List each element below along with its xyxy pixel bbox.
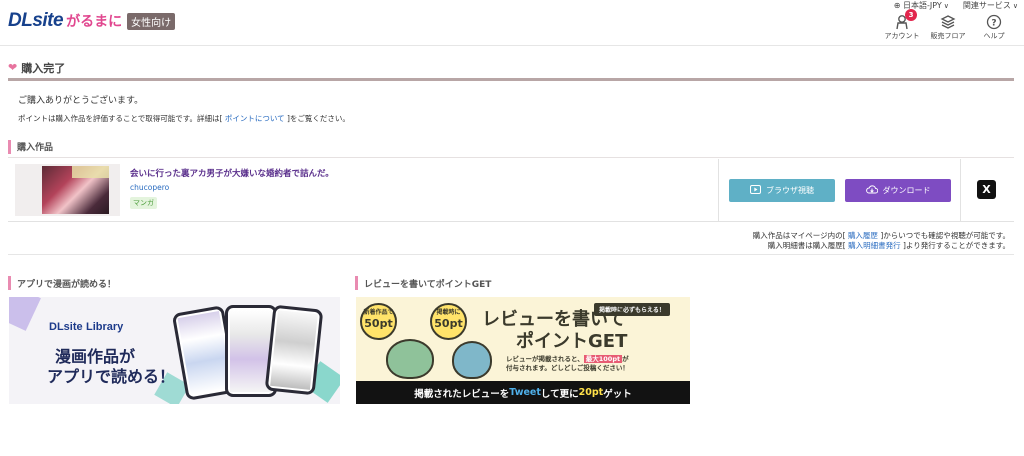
product-author[interactable]: chucopero bbox=[130, 183, 169, 192]
thanks-message: ご購入ありがとうございます。 bbox=[18, 96, 144, 106]
account-badge: 3 bbox=[905, 9, 917, 21]
stripe-post: ゲット bbox=[603, 388, 632, 400]
banner-line2: アプリで読める！ bbox=[47, 367, 176, 386]
chevron-down-icon: ∨ bbox=[943, 2, 949, 10]
section-bar bbox=[355, 276, 358, 290]
library-logo: DLsite Library bbox=[49, 319, 123, 333]
app-section-title: アプリで漫画が読める！ bbox=[8, 276, 116, 290]
help-icon: ? bbox=[976, 13, 1012, 31]
badge-publish-50pt: 掲載時に 50pt bbox=[430, 303, 467, 340]
logo-tag: 女性向け bbox=[127, 12, 176, 30]
penguin-illustration bbox=[452, 341, 492, 379]
review-desc-line2: 付与されます。どしどしご投稿ください！ bbox=[506, 363, 629, 372]
library-logo-suffix: Library bbox=[85, 321, 124, 333]
chevron-down-icon: ∨ bbox=[1012, 2, 1018, 10]
globe-icon: ⊕ bbox=[893, 1, 901, 10]
review-desc-post: が bbox=[622, 355, 629, 363]
point-info-link[interactable]: ポイントについて bbox=[225, 114, 285, 123]
divider bbox=[8, 254, 1014, 255]
help-label: ヘルプ bbox=[983, 32, 1005, 40]
language-selector[interactable]: ⊕ 日本語-JPY ∨ bbox=[894, 0, 949, 11]
play-icon bbox=[750, 185, 761, 196]
product-genre-tag: マンガ bbox=[130, 197, 157, 209]
svg-text:?: ? bbox=[991, 19, 996, 29]
sales-floor-label: 販売フロア bbox=[930, 32, 966, 40]
review-desc-pre: レビューが掲載されると、 bbox=[506, 355, 584, 363]
product-cover-image bbox=[42, 166, 109, 214]
browser-view-button[interactable]: ブラウザ視聴 bbox=[729, 179, 835, 202]
phone-illustration bbox=[264, 304, 324, 396]
history-note-pre: 購入作品はマイページ内の[ bbox=[752, 231, 848, 240]
receipt-note-pre: 購入明細書は購入履歴[ bbox=[767, 241, 849, 250]
tweet-bonus-stripe: 掲載されたレビューを Tweet して更に 20pt ゲット bbox=[356, 381, 690, 404]
browser-view-label: ブラウザ視聴 bbox=[766, 186, 814, 195]
logo-main: DLsite bbox=[8, 10, 64, 31]
stripe-points: 20pt bbox=[578, 387, 604, 398]
site-logo[interactable]: DLsite がるまに 女性向け bbox=[8, 10, 176, 32]
review-desc-line1: レビューが掲載されると、 最大100pt が bbox=[506, 355, 629, 364]
site-header: DLsite がるまに 女性向け ⊕ 日本語-JPY ∨ 関連サービス ∨ 3 アカ… bbox=[0, 0, 1024, 46]
decor-shape bbox=[9, 297, 41, 331]
services-menu[interactable]: 関連サービス ∨ bbox=[963, 0, 1018, 11]
review-desc-highlight: 最大100pt bbox=[583, 355, 623, 363]
review-description: レビューが掲載されると、 最大100pt が 付与されます。どしどしご投稿ください！ bbox=[506, 355, 629, 373]
receipt-note: 購入明細書は購入履歴[ 購入明細書発行 ]より発行することができます。 bbox=[768, 240, 1010, 251]
services-label: 関連サービス bbox=[962, 1, 1011, 10]
receipt-issue-link[interactable]: 購入明細書発行 bbox=[848, 241, 901, 250]
badge-left-value: 50pt bbox=[364, 317, 393, 330]
review-headline-2: ポイントGET bbox=[516, 331, 628, 352]
logo-sub: がるまに bbox=[66, 14, 123, 30]
badge-right-top: 掲載時に bbox=[436, 309, 461, 316]
help-button[interactable]: ? ヘルプ bbox=[976, 13, 1012, 41]
stripe-pre: 掲載されたレビューを bbox=[414, 388, 510, 400]
review-section-title: レビューを書いてポイントGET bbox=[355, 276, 491, 290]
history-note-post: ]からいつでも確認や視聴が可能です。 bbox=[877, 231, 1010, 240]
sales-floor-button[interactable]: 販売フロア bbox=[930, 13, 966, 41]
page-title: ❤ 購入完了 bbox=[8, 57, 1014, 81]
receipt-note-post: ]より発行することができます。 bbox=[900, 241, 1010, 250]
point-note-pre: ポイントは購入作品を評価することで取得可能です。詳細は[ bbox=[18, 114, 225, 123]
product-row: 会いに行った裏アカ男子が大嫌いな婚約者で詰んだ。 chucopero マンガ ブ… bbox=[8, 159, 1014, 222]
account-button[interactable]: 3 アカウント bbox=[884, 9, 920, 41]
product-thumbnail[interactable] bbox=[15, 164, 120, 216]
product-title[interactable]: 会いに行った裏アカ男子が大嫌いな婚約者で詰んだ。 bbox=[130, 167, 334, 179]
library-logo-main: DLsite bbox=[49, 321, 83, 333]
account-label: アカウント bbox=[884, 32, 920, 40]
header-nav: 3 アカウント 販売フロア ? ヘルプ bbox=[884, 9, 1012, 41]
app-section-label: アプリで漫画が読める！ bbox=[17, 279, 117, 290]
app-library-banner[interactable]: DLsite Library 漫画作品が アプリで読める！ bbox=[9, 297, 340, 404]
heart-icon: ❤ bbox=[8, 61, 18, 74]
cloud-download-icon bbox=[865, 185, 878, 196]
download-label: ダウンロード bbox=[882, 186, 931, 195]
product-actions: ブラウザ視聴 ダウンロード bbox=[718, 159, 961, 222]
review-section-label: レビューを書いてポイントGET bbox=[364, 279, 492, 290]
purchased-section-title: 購入作品 bbox=[8, 136, 1014, 158]
stripe-tweet: Tweet bbox=[509, 387, 541, 398]
purchased-section-label: 購入作品 bbox=[17, 143, 54, 153]
stripe-mid: して更に bbox=[540, 388, 579, 400]
layers-icon bbox=[930, 13, 966, 31]
badge-right-value: 50pt bbox=[434, 317, 463, 330]
bird-illustration bbox=[386, 339, 434, 379]
section-bar bbox=[8, 276, 11, 290]
point-note: ポイントは購入作品を評価することで取得可能です。詳細は[ ポイントについて ]を… bbox=[18, 113, 350, 124]
badge-new-50pt: 新着作品で 50pt bbox=[360, 303, 397, 340]
purchase-history-link[interactable]: 購入履歴 bbox=[848, 231, 878, 240]
download-button[interactable]: ダウンロード bbox=[845, 179, 951, 202]
x-share-icon[interactable]: X bbox=[977, 180, 996, 199]
review-point-banner[interactable]: 新着作品で 50pt 掲載時に 50pt 掲載時に必ずもらえる！ レビューを書い… bbox=[356, 297, 690, 404]
badge-left-top: 新着作品で bbox=[363, 309, 394, 316]
page-title-text: 購入完了 bbox=[21, 61, 66, 75]
section-bar bbox=[8, 139, 11, 154]
point-note-post: ]をご覧ください。 bbox=[284, 114, 350, 123]
